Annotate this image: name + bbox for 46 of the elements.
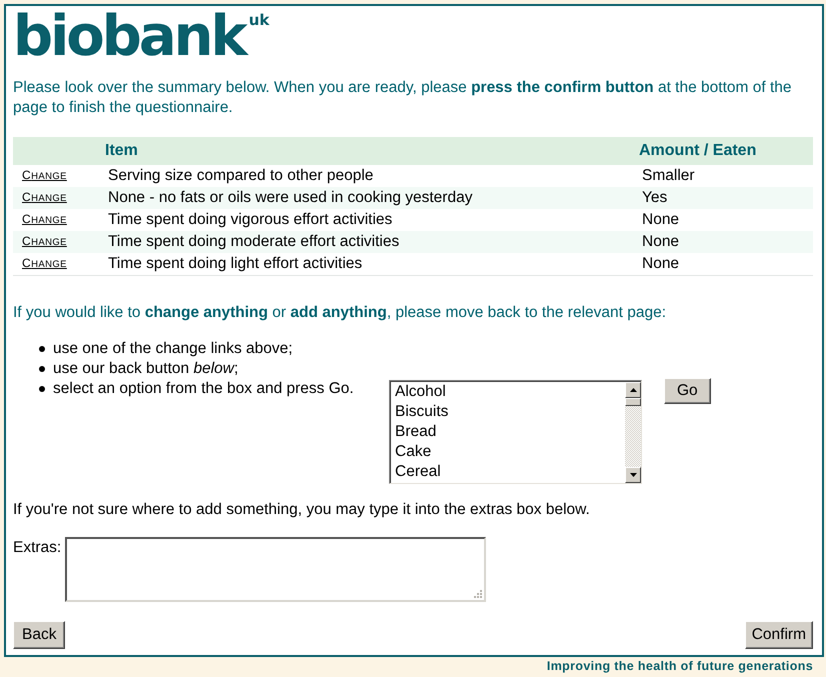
scroll-thumb[interactable]: [625, 398, 641, 406]
list-option[interactable]: Cereal: [391, 462, 441, 482]
change-link[interactable]: CHANGE: [22, 168, 67, 184]
list-item-text: select an option from the box and press Go.: [53, 379, 354, 399]
change-link[interactable]: CHANGE: [22, 256, 67, 272]
change-link[interactable]: CHANGE: [22, 190, 67, 206]
column-header: Amount / Eaten: [639, 142, 758, 160]
extras-field[interactable]: [65, 537, 486, 602]
list-item-text: use our back button below;: [53, 359, 238, 379]
extras-label: Extras:: [13, 538, 62, 558]
confirm-button[interactable]: Confirm: [744, 621, 813, 649]
instruction-text: If you would like to change anything or add anything, please move back to the relevant page:: [13, 303, 668, 323]
resize-grip-icon[interactable]: [473, 589, 482, 598]
list-item-text: use one of the change links above;: [53, 339, 293, 359]
table-cell-text: None: [641, 233, 680, 251]
bullet-icon: [39, 346, 45, 352]
table-cell-text: Time spent doing moderate effort activities: [107, 233, 400, 251]
extras-hint-text: If you're not sure where to add something, you may type it into the extras box below.: [13, 500, 591, 520]
bullet-icon: [39, 366, 45, 372]
scroll-down-button[interactable]: [625, 467, 641, 483]
table-cell-text: Smaller: [641, 167, 695, 185]
scrollbar[interactable]: [625, 382, 641, 483]
list-option[interactable]: Biscuits: [391, 402, 448, 422]
triangle-up-icon: [630, 388, 636, 392]
column-header: Item: [105, 142, 139, 160]
change-link[interactable]: CHANGE: [22, 212, 67, 228]
list-option[interactable]: Bread: [391, 422, 436, 442]
tagline-text: Improving the health of future generations: [546, 659, 813, 674]
table-cell-text: Time spent doing vigorous effort activities: [107, 211, 392, 229]
change-link[interactable]: CHANGE: [22, 234, 67, 250]
table-cell-text: None: [641, 211, 680, 229]
table-cell-text: None - no fats or oils were used in cooking yesterday: [107, 189, 472, 207]
scroll-up-button[interactable]: [625, 382, 641, 398]
go-button[interactable]: Go: [664, 378, 711, 404]
bullet-icon: [39, 386, 45, 392]
table-cell-text: Yes: [641, 189, 668, 207]
back-button[interactable]: Back: [13, 621, 66, 649]
list-option[interactable]: Cake: [391, 442, 432, 462]
list-option[interactable]: Alcohol: [391, 382, 446, 402]
table-cell-text: Time spent doing light effort activities: [107, 255, 362, 273]
triangle-down-icon: [630, 473, 636, 477]
table-cell-text: Serving size compared to other people: [107, 167, 374, 185]
table-cell-text: None: [641, 255, 680, 273]
site-logo: biobank$^{uk}$: [13, 7, 270, 67]
food-listbox[interactable]: Alcohol Biscuits Bread Cake Cereal: [389, 380, 642, 484]
intro-text: Please look over the summary below. When you are ready, please press the confirm button at the bottom of the page to finish the questionnaire.: [13, 78, 793, 118]
